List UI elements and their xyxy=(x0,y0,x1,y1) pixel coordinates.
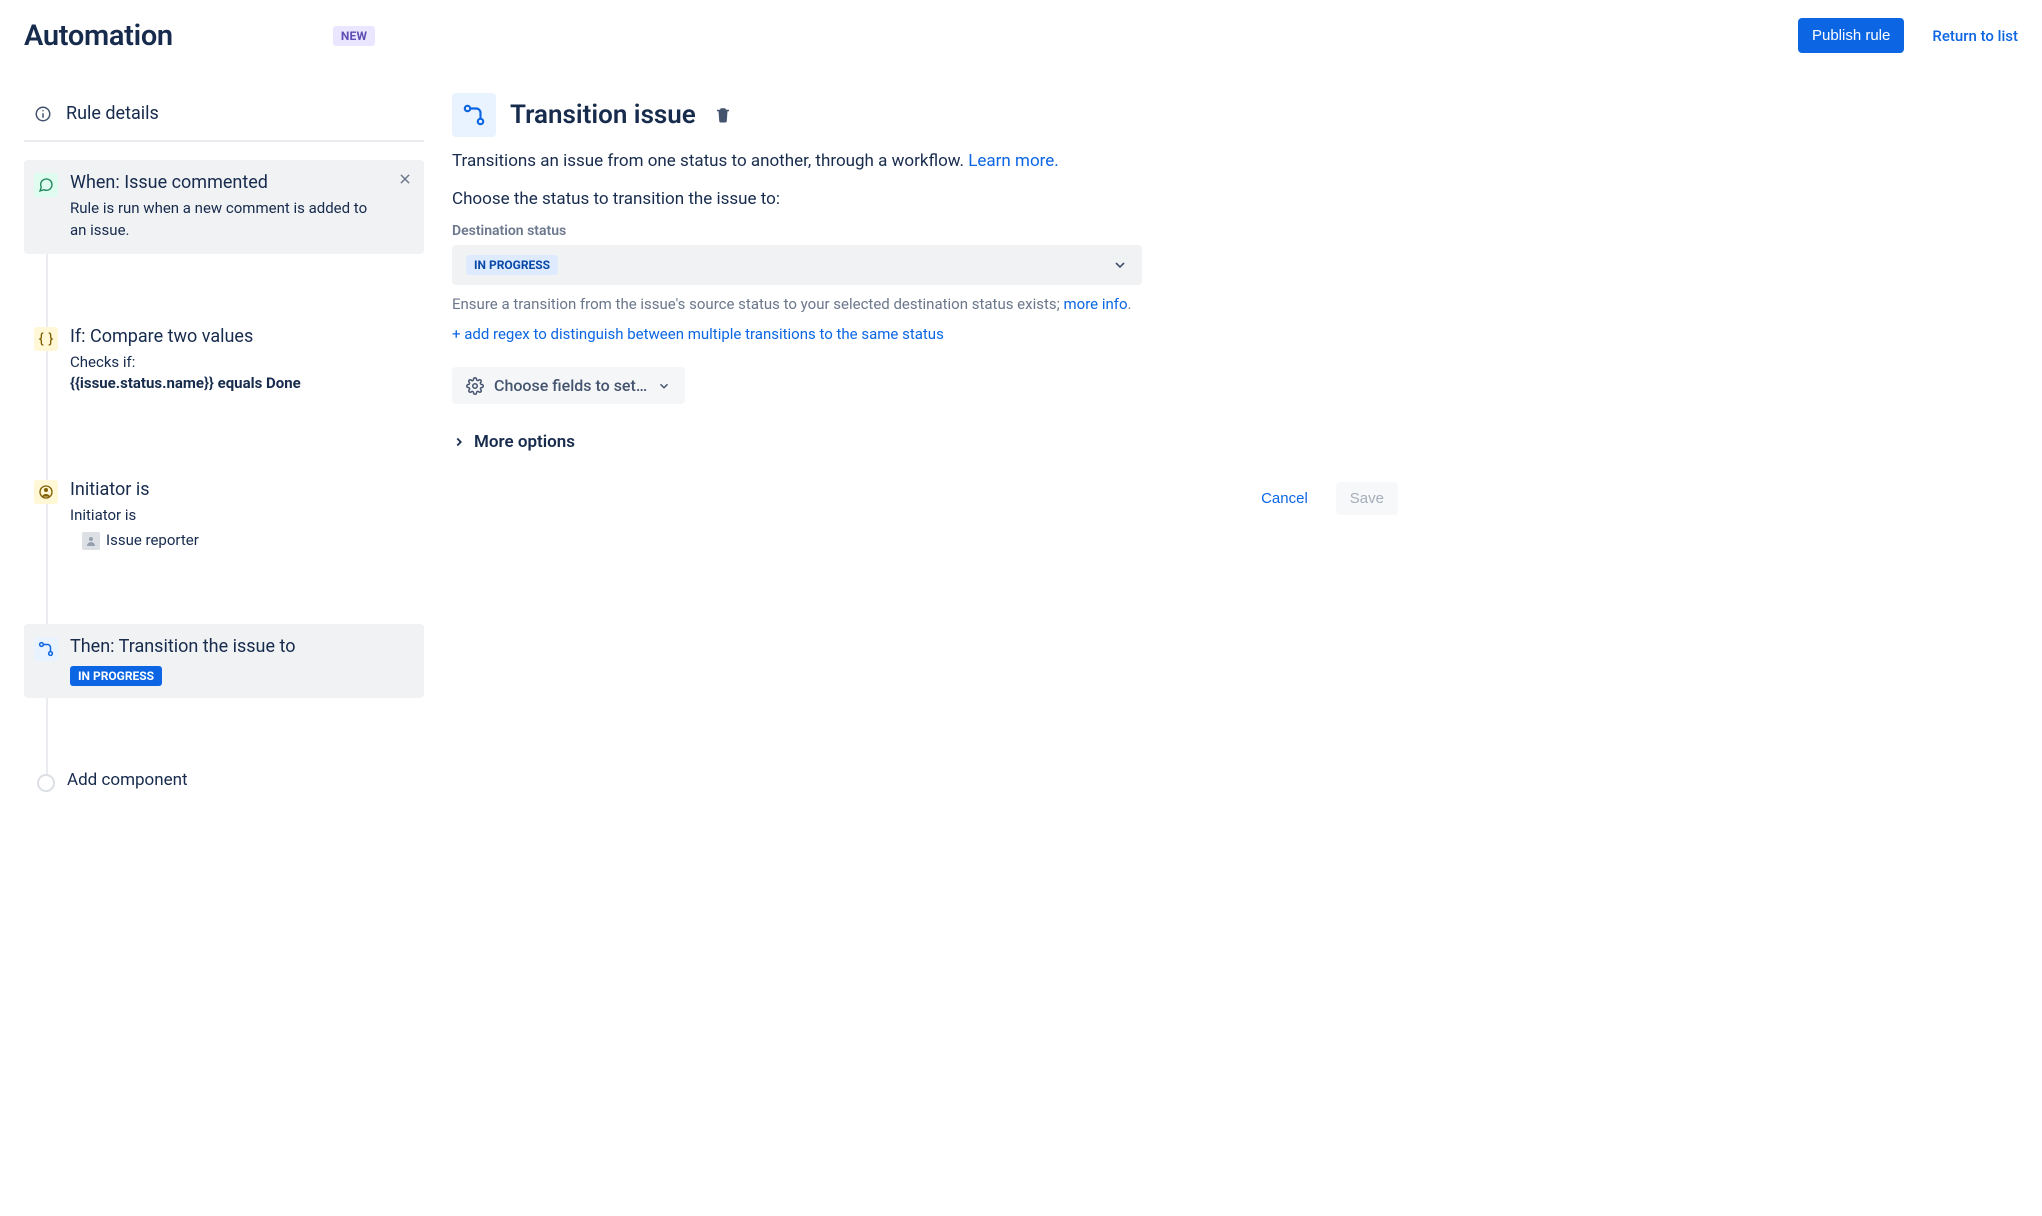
panel-title: Transition issue xyxy=(510,100,696,130)
flow-item-title: Initiator is xyxy=(70,479,414,500)
transition-icon xyxy=(452,93,496,137)
rule-sidebar: Rule details When: Issue commented Rule … xyxy=(24,93,424,802)
cancel-button[interactable]: Cancel xyxy=(1251,482,1318,515)
destination-status-label: Destination status xyxy=(452,223,1412,239)
panel-description: Transitions an issue from one status to … xyxy=(452,151,1412,171)
page-title: Automation xyxy=(24,19,173,53)
flow-condition-item[interactable]: If: Compare two values Checks if: {{issu… xyxy=(24,314,424,408)
new-badge: NEW xyxy=(333,26,375,46)
add-component-row[interactable]: Add component xyxy=(24,758,424,802)
status-badge: IN PROGRESS xyxy=(70,666,162,686)
action-config-panel: Transition issue Transitions an issue fr… xyxy=(452,93,1412,802)
flow-item-title: Then: Transition the issue to xyxy=(70,636,414,657)
chevron-down-icon xyxy=(657,379,671,393)
more-info-link[interactable]: more info xyxy=(1064,295,1128,313)
flow-item-desc: Initiator is Issue reporter xyxy=(70,505,414,552)
user-circle-icon xyxy=(34,480,58,504)
learn-more-link[interactable]: Learn more. xyxy=(968,151,1059,171)
rule-details-label: Rule details xyxy=(66,103,159,124)
publish-rule-button[interactable]: Publish rule xyxy=(1798,18,1904,53)
braces-icon xyxy=(34,327,58,351)
rule-details-row[interactable]: Rule details xyxy=(24,93,424,142)
flow-item-desc: Checks if: {{issue.status.name}} equals … xyxy=(70,352,414,396)
flow-trigger-item[interactable]: When: Issue commented Rule is run when a… xyxy=(24,160,424,254)
flow-initiator-item[interactable]: Initiator is Initiator is Issue reporter xyxy=(24,467,424,564)
page-header: Automation NEW Publish rule Return to li… xyxy=(24,18,2018,53)
destination-help-text: Ensure a transition from the issue's sou… xyxy=(452,295,1412,313)
chevron-down-icon xyxy=(1112,257,1128,273)
choose-status-heading: Choose the status to transition the issu… xyxy=(452,189,1412,209)
add-component-label: Add component xyxy=(67,770,414,790)
empty-node-icon xyxy=(37,774,55,792)
choose-fields-button[interactable]: Choose fields to set… xyxy=(452,367,685,404)
destination-status-select[interactable]: IN PROGRESS xyxy=(452,245,1142,285)
add-regex-link[interactable]: + add regex to distinguish between multi… xyxy=(452,325,1412,343)
transition-icon xyxy=(34,637,58,661)
flow-item-title: When: Issue commented xyxy=(70,172,384,193)
flow-item-desc: Rule is run when a new comment is added … xyxy=(70,198,384,242)
status-lozenge: IN PROGRESS xyxy=(466,255,558,275)
delete-action-button[interactable] xyxy=(710,102,736,128)
chevron-right-icon xyxy=(452,435,466,449)
avatar-icon xyxy=(82,532,100,550)
return-to-list-link[interactable]: Return to list xyxy=(1932,27,2018,45)
flow-action-item[interactable]: Then: Transition the issue to IN PROGRES… xyxy=(24,624,424,698)
info-icon xyxy=(34,105,52,123)
more-options-toggle[interactable]: More options xyxy=(452,432,1412,452)
flow-item-title: If: Compare two values xyxy=(70,326,414,347)
save-button[interactable]: Save xyxy=(1336,482,1398,515)
gear-icon xyxy=(466,377,484,395)
comment-icon xyxy=(34,173,58,197)
remove-component-button[interactable] xyxy=(396,172,414,242)
